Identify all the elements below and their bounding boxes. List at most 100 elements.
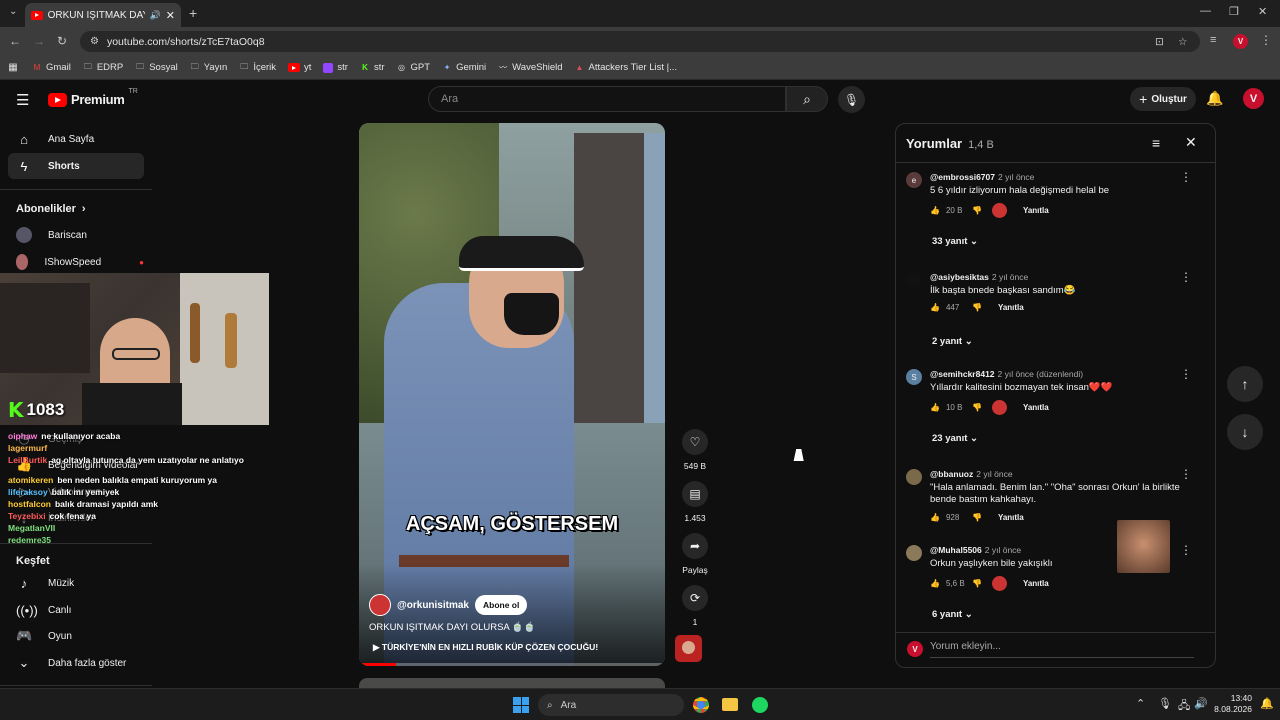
next-short-button[interactable]: ↓ bbox=[1227, 414, 1263, 450]
close-tab-icon[interactable]: ✕ bbox=[166, 9, 175, 22]
bookmark-attackers[interactable]: ▲ Attackers Tier List |... bbox=[575, 62, 678, 73]
search-button[interactable]: ⌕ bbox=[786, 86, 828, 112]
channel-name[interactable]: @orkunisitmak bbox=[397, 600, 469, 611]
reload-icon[interactable]: ↻ bbox=[57, 34, 67, 48]
channel-avatar[interactable] bbox=[369, 594, 391, 616]
share-button[interactable]: ➦ bbox=[682, 533, 708, 559]
close-window-icon[interactable]: ✕ bbox=[1258, 5, 1267, 18]
sidebar-sub-ishowspeed[interactable]: IShowSpeed ● bbox=[8, 249, 144, 275]
reply-button[interactable]: Yanıtla bbox=[998, 303, 1024, 312]
dislike-comment-icon[interactable]: 👎 bbox=[972, 206, 982, 215]
like-comment-icon[interactable]: 👍 bbox=[930, 513, 940, 522]
chrome-icon[interactable] bbox=[693, 697, 709, 713]
bookmark-folder-icerik[interactable]: 🗀 İçerik bbox=[239, 62, 276, 74]
network-icon[interactable]: 🖧 bbox=[1178, 697, 1190, 716]
comment-menu-icon[interactable]: ⋮ bbox=[1180, 543, 1192, 557]
comment-username[interactable]: @asiybesiktas bbox=[930, 272, 989, 282]
reply-button[interactable]: Yanıtla bbox=[1023, 206, 1049, 215]
forward-icon[interactable]: → bbox=[33, 34, 45, 48]
notifications-bell-icon[interactable]: 🔔 bbox=[1206, 90, 1223, 107]
comment-menu-icon[interactable]: ⋮ bbox=[1180, 170, 1192, 184]
bookmark-twitch[interactable]: str bbox=[323, 62, 348, 73]
bookmark-folder-edrp[interactable]: 🗀 EDRP bbox=[83, 62, 123, 74]
reply-button[interactable]: Yanıtla bbox=[1023, 403, 1049, 412]
commenter-avatar[interactable] bbox=[906, 545, 922, 561]
comment-menu-icon[interactable]: ⋮ bbox=[1180, 367, 1192, 381]
remix-button[interactable]: ⟳ bbox=[682, 585, 708, 611]
like-comment-icon[interactable]: 👍 bbox=[930, 403, 940, 412]
commenter-avatar[interactable] bbox=[906, 272, 922, 288]
close-comments-icon[interactable]: ✕ bbox=[1185, 134, 1197, 151]
back-icon[interactable]: ← bbox=[9, 34, 21, 48]
view-replies-button[interactable]: 23 yanıt ⌄ bbox=[932, 433, 978, 444]
bookmark-star-icon[interactable]: ☆ bbox=[1178, 36, 1187, 48]
like-button[interactable]: ♡ bbox=[682, 429, 708, 455]
volume-icon[interactable]: 🔊 bbox=[1194, 697, 1208, 710]
like-comment-icon[interactable]: 👍 bbox=[930, 303, 940, 312]
share-action[interactable]: ➦ Paylaş bbox=[675, 533, 715, 575]
taskbar-search[interactable]: ⌕ Ara bbox=[538, 694, 684, 716]
bookmark-folder-sosyal[interactable]: 🗀 Sosyal bbox=[135, 62, 178, 74]
install-icon[interactable]: ⊡ bbox=[1155, 36, 1164, 48]
bookmark-waveshield[interactable]: 〰 WaveShield bbox=[498, 62, 562, 73]
restore-icon[interactable]: ❐ bbox=[1229, 5, 1239, 18]
profile-avatar-icon[interactable]: V bbox=[1233, 34, 1248, 49]
comment-username[interactable]: @bbanuoz bbox=[930, 469, 973, 479]
bookmark-folder-yayin[interactable]: 🗀 Yayın bbox=[190, 62, 228, 74]
reply-button[interactable]: Yanıtla bbox=[998, 513, 1024, 522]
comment-image-thumbnail[interactable] bbox=[1117, 520, 1170, 573]
bookmark-yt[interactable]: yt bbox=[288, 62, 311, 73]
commenter-avatar[interactable] bbox=[906, 469, 922, 485]
comment-username[interactable]: @Muhal5506 bbox=[930, 545, 982, 555]
dislike-comment-icon[interactable]: 👎 bbox=[972, 579, 982, 588]
file-explorer-icon[interactable] bbox=[722, 698, 738, 711]
clock[interactable]: 13:40 8.08.2026 bbox=[1212, 693, 1252, 715]
spotify-icon[interactable] bbox=[752, 697, 768, 713]
remix-action[interactable]: ⟳ 1 bbox=[675, 585, 715, 627]
site-info-icon[interactable]: ⚙ bbox=[90, 36, 99, 47]
extensions-icon[interactable]: ≡ bbox=[1210, 34, 1216, 46]
sidebar-item-shorts[interactable]: ϟ Shorts bbox=[8, 153, 144, 179]
view-replies-button[interactable]: 2 yanıt ⌄ bbox=[932, 336, 973, 347]
sidebar-sub-bariscan[interactable]: Bariscan bbox=[8, 222, 144, 248]
dislike-comment-icon[interactable]: 👎 bbox=[972, 403, 982, 412]
commenter-avatar[interactable]: S bbox=[906, 369, 922, 385]
new-tab-icon[interactable]: + bbox=[189, 5, 197, 21]
sidebar-item-music[interactable]: ♪ Müzik bbox=[8, 570, 144, 596]
bookmark-kick[interactable]: Kstr bbox=[360, 62, 384, 73]
related-video-link[interactable]: ▶ TÜRKİYE'NİN EN HIZLI RUBİK KÜP ÇÖZEN Ç… bbox=[373, 642, 598, 653]
windows-start-icon[interactable] bbox=[513, 697, 529, 713]
youtube-premium-logo[interactable]: Premium TR bbox=[48, 88, 138, 107]
tray-chevron-icon[interactable]: ⌃ bbox=[1136, 697, 1145, 710]
subscriptions-header[interactable]: Abonelikler › bbox=[16, 203, 86, 215]
browser-menu-icon[interactable]: ⋮ bbox=[1260, 33, 1272, 47]
dislike-comment-icon[interactable]: 👎 bbox=[972, 513, 982, 522]
search-input[interactable]: Ara bbox=[428, 86, 786, 112]
comments-action[interactable]: ▤ 1.453 bbox=[675, 481, 715, 523]
comment-username[interactable]: @embrossi6707 bbox=[930, 172, 995, 182]
sound-thumbnail[interactable] bbox=[675, 635, 702, 662]
sidebar-item-home[interactable]: ⌂ Ana Sayfa bbox=[8, 126, 144, 152]
progress-track[interactable] bbox=[359, 663, 665, 666]
view-replies-button[interactable]: 6 yanıt ⌄ bbox=[932, 609, 973, 620]
previous-short-button[interactable]: ↑ bbox=[1227, 366, 1263, 402]
bookmark-gmail[interactable]: M Gmail bbox=[32, 62, 71, 73]
hamburger-menu-icon[interactable]: ☰ bbox=[16, 91, 29, 109]
comment-menu-icon[interactable]: ⋮ bbox=[1180, 467, 1192, 481]
comment-username[interactable]: @semihckr8412 bbox=[930, 369, 995, 379]
reply-button[interactable]: Yanıtla bbox=[1023, 579, 1049, 588]
comments-button[interactable]: ▤ bbox=[682, 481, 708, 507]
view-replies-button[interactable]: 33 yanıt ⌄ bbox=[932, 236, 978, 247]
bookmark-gpt[interactable]: ◎ GPT bbox=[397, 62, 430, 73]
minimize-icon[interactable]: — bbox=[1200, 5, 1211, 17]
like-comment-icon[interactable]: 👍 bbox=[930, 579, 940, 588]
voice-search-button[interactable]: 🎙 bbox=[838, 86, 865, 113]
commenter-avatar[interactable]: e bbox=[906, 172, 922, 188]
address-bar[interactable]: ⚙ youtube.com/shorts/zTcE7taO0q8 ⊡ ☆ bbox=[80, 31, 1200, 52]
comment-menu-icon[interactable]: ⋮ bbox=[1180, 270, 1192, 284]
sidebar-item-show-more[interactable]: ⌄ Daha fazla göster bbox=[8, 650, 144, 676]
tray-mic-icon[interactable]: 🎙 bbox=[1158, 697, 1172, 710]
sidebar-item-live[interactable]: ((•)) Canlı bbox=[8, 597, 144, 623]
speaker-icon[interactable]: 🔊 bbox=[150, 10, 161, 21]
dislike-comment-icon[interactable]: 👎 bbox=[972, 303, 982, 312]
